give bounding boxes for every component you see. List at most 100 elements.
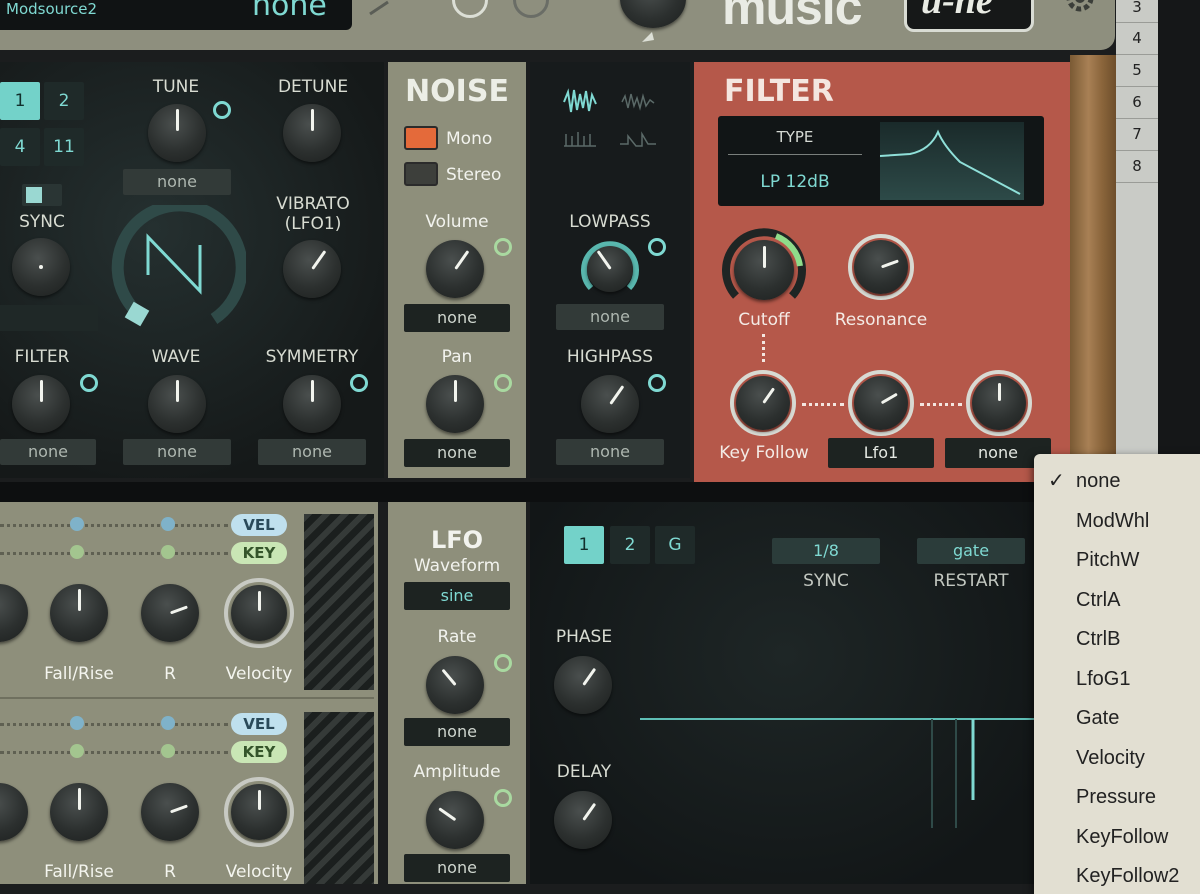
symmetry-mod-selector[interactable]: none bbox=[258, 439, 366, 465]
filter-mod2-knob[interactable] bbox=[966, 370, 1032, 436]
number-cell[interactable]: 3 bbox=[1116, 0, 1158, 23]
menu-item-none[interactable]: ✓ none bbox=[1034, 462, 1200, 502]
menu-item-lfog1[interactable]: LfoG1 bbox=[1034, 660, 1200, 700]
resonance-knob[interactable] bbox=[848, 234, 914, 300]
menu-item-keyfollow[interactable]: KeyFollow bbox=[1034, 818, 1200, 858]
lfo-amplitude-mod-selector[interactable]: none bbox=[404, 854, 510, 882]
lfo-phase-knob[interactable] bbox=[554, 656, 612, 714]
highpass-mod-indicator[interactable] bbox=[648, 374, 666, 392]
env1-key-handle-b[interactable] bbox=[161, 545, 175, 559]
lfo-tab-1[interactable]: 1 bbox=[564, 526, 604, 564]
number-cell[interactable]: 5 bbox=[1116, 55, 1158, 87]
noise-pan-mod-selector[interactable]: none bbox=[404, 439, 510, 467]
sync-toggle[interactable] bbox=[22, 184, 62, 206]
env1-key-badge[interactable]: KEY bbox=[231, 542, 287, 564]
filter-mod1-knob[interactable] bbox=[848, 370, 914, 436]
noise-crackle-icon[interactable] bbox=[564, 132, 596, 147]
env1-fall-rise-knob[interactable] bbox=[50, 584, 108, 642]
osc-button-4[interactable]: 4 bbox=[0, 128, 40, 166]
sync-knob[interactable] bbox=[12, 238, 70, 296]
lowpass-mod-selector[interactable]: none bbox=[556, 304, 664, 330]
osc-filter-mod-indicator[interactable] bbox=[80, 374, 98, 392]
tune-mod-indicator[interactable] bbox=[213, 101, 231, 119]
lfo-waveform-selector[interactable]: sine bbox=[404, 582, 510, 610]
noise-white-icon[interactable] bbox=[563, 88, 597, 113]
env1-vel-badge[interactable]: VEL bbox=[231, 514, 287, 536]
symmetry-knob[interactable] bbox=[283, 375, 341, 433]
noise-digital-icon[interactable] bbox=[620, 131, 656, 147]
mod-source-label: Modsource2 bbox=[6, 0, 97, 18]
filter-type-display[interactable]: TYPE LP 12dB bbox=[718, 116, 1044, 206]
lfo-amplitude-knob[interactable] bbox=[426, 791, 484, 849]
noise-volume-mod-indicator[interactable] bbox=[494, 238, 512, 256]
noise-pan-knob[interactable] bbox=[426, 375, 484, 433]
env2-vel-badge[interactable]: VEL bbox=[231, 713, 287, 735]
env1-velocity-knob[interactable] bbox=[224, 578, 294, 648]
symmetry-mod-indicator[interactable] bbox=[350, 374, 368, 392]
lfo-restart-selector[interactable]: gate bbox=[917, 538, 1025, 564]
env2-vel-handle-a[interactable] bbox=[70, 716, 84, 730]
noise-pink-icon[interactable] bbox=[621, 93, 655, 111]
lfo-rate-mod-indicator[interactable] bbox=[494, 654, 512, 672]
env1-key-handle-a[interactable] bbox=[70, 545, 84, 559]
noise-pan-mod-indicator[interactable] bbox=[494, 374, 512, 392]
osc-button-11[interactable]: 11 bbox=[44, 128, 84, 166]
env2-key-badge[interactable]: KEY bbox=[231, 741, 287, 763]
tune-mod-selector[interactable]: none bbox=[123, 169, 231, 195]
osc-button-1[interactable]: 1 bbox=[0, 82, 40, 120]
vibrato-knob[interactable] bbox=[283, 240, 341, 298]
wave-knob[interactable] bbox=[148, 375, 206, 433]
env2-release-knob[interactable] bbox=[141, 783, 199, 841]
key-follow-knob[interactable] bbox=[730, 370, 796, 436]
env2-key-handle-a[interactable] bbox=[70, 744, 84, 758]
wave-label: WAVE bbox=[151, 347, 201, 367]
mod-source-display[interactable]: Modsource2 none bbox=[0, 0, 352, 30]
menu-item-modwhl[interactable]: ModWhl bbox=[1034, 502, 1200, 542]
menu-item-gate[interactable]: Gate bbox=[1034, 699, 1200, 739]
osc-filter-mod-selector[interactable]: none bbox=[0, 439, 96, 465]
filter-mod1-selector[interactable]: Lfo1 bbox=[828, 438, 934, 468]
env2-key-handle-b[interactable] bbox=[161, 744, 175, 758]
menu-item-velocity[interactable]: Velocity bbox=[1034, 739, 1200, 779]
number-cell[interactable]: 8 bbox=[1116, 151, 1158, 183]
env1-vel-handle-a[interactable] bbox=[70, 517, 84, 531]
env2-vel-handle-b[interactable] bbox=[161, 716, 175, 730]
osc-filter-knob[interactable] bbox=[12, 375, 70, 433]
number-cell[interactable]: 7 bbox=[1116, 119, 1158, 151]
menu-item-pressure[interactable]: Pressure bbox=[1034, 778, 1200, 818]
env2-velocity-knob[interactable] bbox=[224, 777, 294, 847]
highpass-knob[interactable] bbox=[581, 375, 639, 433]
noise-mono-button[interactable] bbox=[404, 126, 438, 150]
noise-type-icons[interactable] bbox=[562, 86, 662, 156]
highpass-mod-selector[interactable]: none bbox=[556, 439, 664, 465]
lfo-tab-2[interactable]: 2 bbox=[610, 526, 650, 564]
noise-stereo-button[interactable] bbox=[404, 162, 438, 186]
tune-knob[interactable] bbox=[148, 104, 206, 162]
menu-item-keyfollow2[interactable]: KeyFollow2 bbox=[1034, 857, 1200, 894]
gear-icon[interactable] bbox=[1062, 0, 1098, 20]
number-cell[interactable]: 4 bbox=[1116, 23, 1158, 55]
lfo-delay-knob[interactable] bbox=[554, 791, 612, 849]
number-cell[interactable]: 6 bbox=[1116, 87, 1158, 119]
env2-fall-rise-knob[interactable] bbox=[50, 783, 108, 841]
lowpass-knob[interactable] bbox=[581, 240, 639, 298]
wave-dial-ring[interactable] bbox=[110, 199, 248, 327]
cutoff-knob[interactable] bbox=[722, 228, 806, 312]
osc-button-2[interactable]: 2 bbox=[44, 82, 84, 120]
menu-item-ctrla[interactable]: CtrlA bbox=[1034, 581, 1200, 621]
lfo-amplitude-mod-indicator[interactable] bbox=[494, 789, 512, 807]
env1-release-knob[interactable] bbox=[141, 584, 199, 642]
menu-item-pitchw[interactable]: PitchW bbox=[1034, 541, 1200, 581]
lowpass-mod-indicator[interactable] bbox=[648, 238, 666, 256]
lfo-tab-g[interactable]: G bbox=[655, 526, 695, 564]
noise-volume-knob[interactable] bbox=[426, 240, 484, 298]
lfo-rate-mod-selector[interactable]: none bbox=[404, 718, 510, 746]
detune-knob[interactable] bbox=[283, 104, 341, 162]
noise-volume-mod-selector[interactable]: none bbox=[404, 304, 510, 332]
lfo-sync-selector[interactable]: 1/8 bbox=[772, 538, 880, 564]
lfo-rate-knob[interactable] bbox=[426, 656, 484, 714]
menu-item-ctrlb[interactable]: CtrlB bbox=[1034, 620, 1200, 660]
wave-mod-selector[interactable]: none bbox=[123, 439, 231, 465]
env1-vel-handle-b[interactable] bbox=[161, 517, 175, 531]
filter-type-value[interactable]: LP 12dB bbox=[728, 172, 862, 192]
